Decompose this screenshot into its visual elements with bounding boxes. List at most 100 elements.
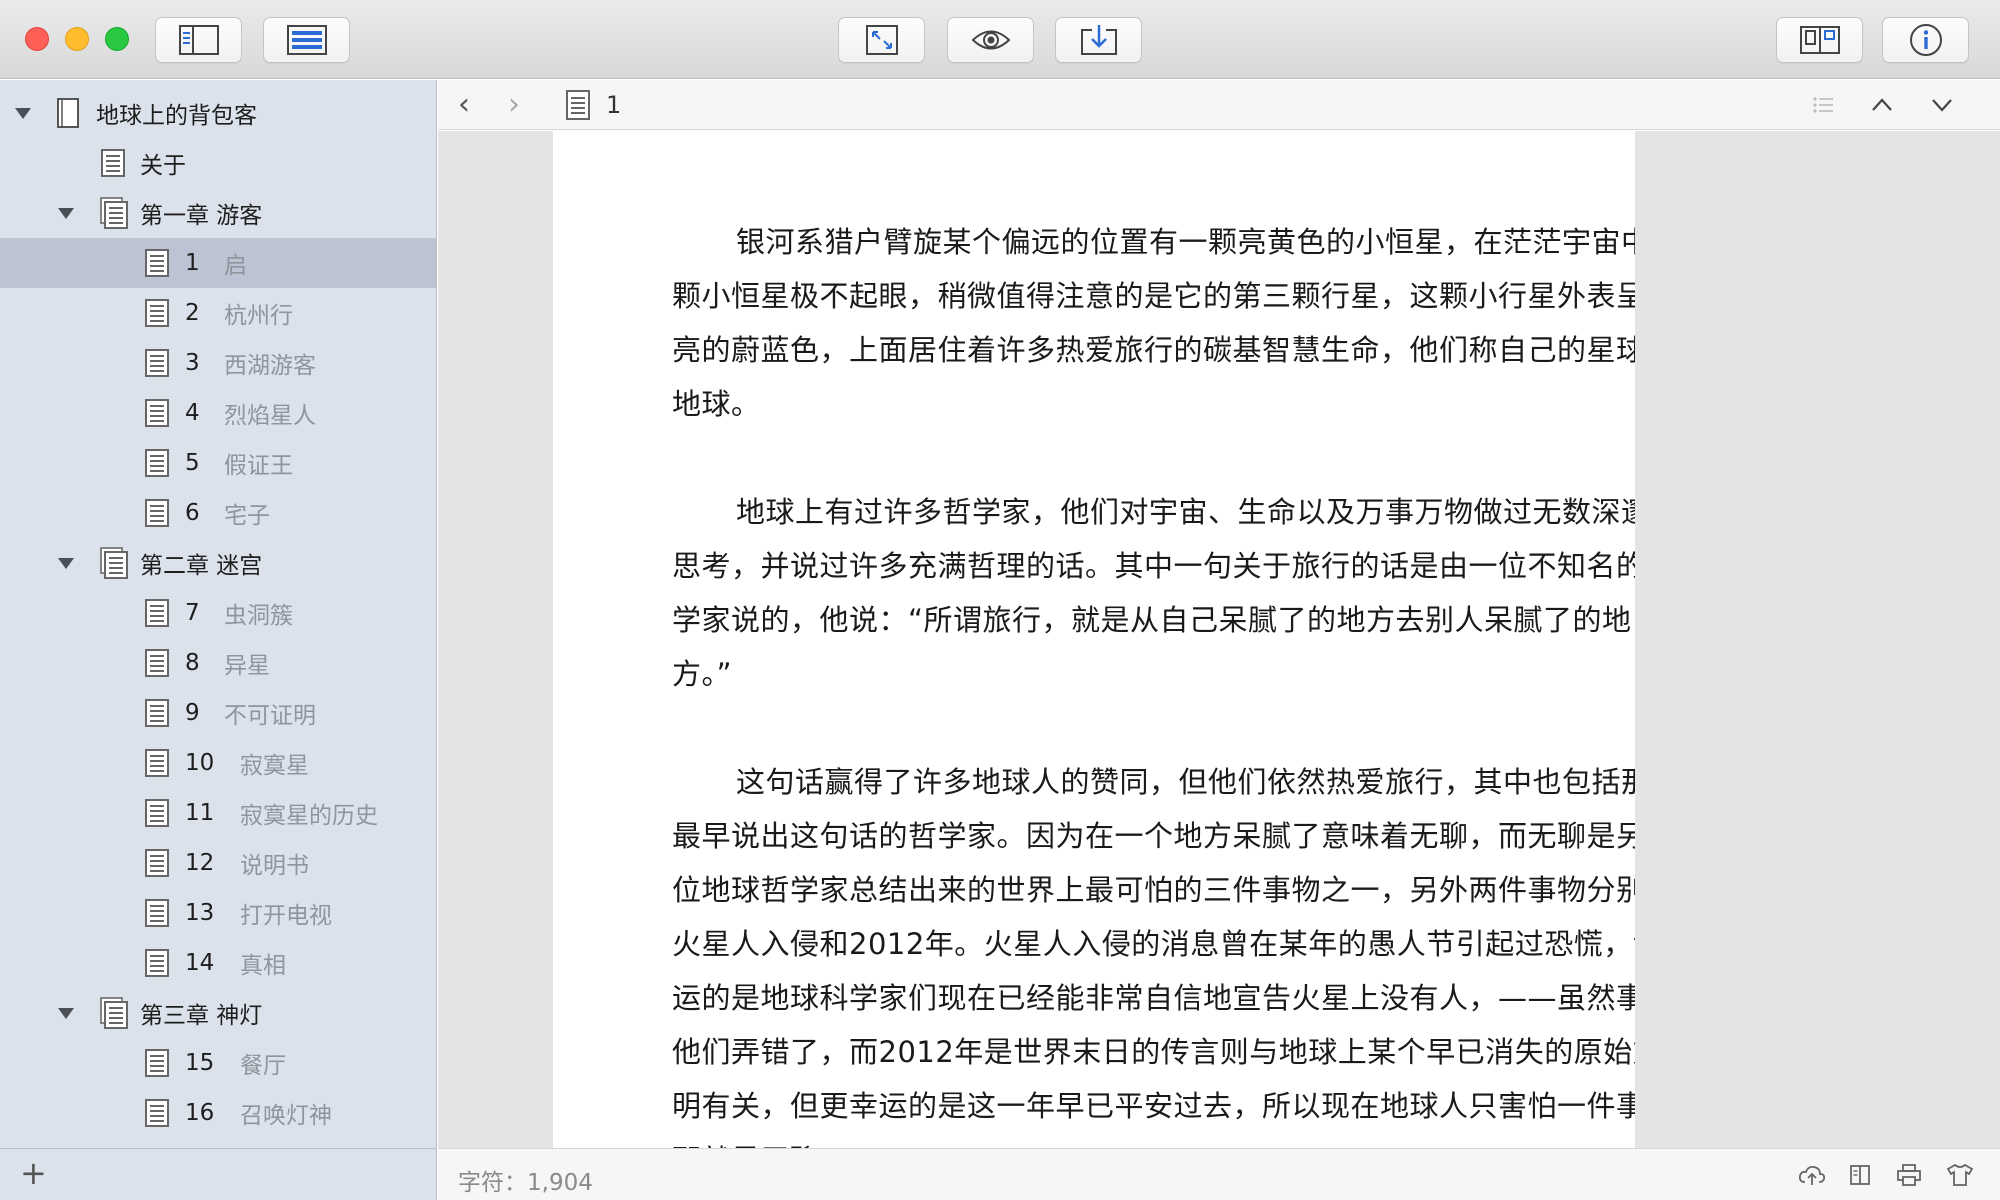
document-number: 14 xyxy=(185,950,215,976)
text-line: 银河系猎户臂旋某个偏远的位置有一颗亮黄色的小恒星，在茫茫宇宙中这 xyxy=(736,225,1635,259)
text-line: 学家说的，他说：“所谓旅行，就是从自己呆腻了的地方去别人呆腻了的地 xyxy=(672,603,1632,637)
document-number: 6 xyxy=(185,500,200,526)
binder-folder[interactable]: 第一章 游客 xyxy=(0,188,436,238)
text-line: 那就是无聊。 xyxy=(672,1133,1635,1148)
document-label: 不可证明 xyxy=(224,703,316,729)
project-root[interactable]: 地球上的背包客 xyxy=(0,88,436,138)
sidebar-toggle-button[interactable] xyxy=(155,17,242,63)
document-text[interactable]: 银河系猎户臂旋某个偏远的位置有一颗亮黄色的小恒星，在茫茫宇宙中这颗小恒星极不起眼… xyxy=(553,215,1635,1148)
binder-folder[interactable]: 第三章 神灯 xyxy=(0,988,436,1038)
binder-document[interactable]: 4 烈焰星人 xyxy=(0,388,436,438)
text-line: 明有关，但更幸运的是这一年早已平安过去，所以现在地球人只害怕一件事， xyxy=(672,1089,1635,1123)
document-number: 4 xyxy=(185,400,200,426)
shirt-theme-icon[interactable] xyxy=(1946,1163,1974,1187)
maximize-window-button[interactable] xyxy=(105,27,129,51)
binder-folder[interactable]: 第二章 迷宫 xyxy=(0,538,436,588)
document-number: 3 xyxy=(185,350,200,376)
document-icon xyxy=(145,449,169,477)
text-line: 他们弄错了，而2012年是世界末日的传言则与地球上某个早已消失的原始文 xyxy=(672,1035,1635,1069)
minimize-window-button[interactable] xyxy=(65,27,89,51)
binder-document[interactable]: 13 打开电视 xyxy=(0,888,436,938)
document-number: 7 xyxy=(185,600,200,626)
document-icon xyxy=(145,349,169,377)
editor-area: 银河系猎户臂旋某个偏远的位置有一颗亮黄色的小恒星，在茫茫宇宙中这颗小恒星极不起眼… xyxy=(438,131,2000,1148)
split-view-button[interactable] xyxy=(1776,17,1863,63)
next-document-button[interactable] xyxy=(1930,94,1954,116)
add-item-button[interactable]: + xyxy=(20,1157,47,1189)
project-book-icon xyxy=(57,98,79,128)
text-line: 亮的蔚蓝色，上面居住着许多热爱旅行的碳基智慧生命，他们称自己的星球为 xyxy=(672,333,1635,367)
document-label: 异星 xyxy=(224,653,270,679)
document-stack-icon xyxy=(100,197,128,229)
document-icon xyxy=(145,249,169,277)
binder-document[interactable]: 8 异星 xyxy=(0,638,436,688)
text-line: 最早说出这句话的哲学家。因为在一个地方呆腻了意味着无聊，而无聊是另一 xyxy=(672,819,1635,853)
info-button[interactable] xyxy=(1882,17,1969,63)
text-line: 火星人入侵和2012年。火星人入侵的消息曾在某年的愚人节引起过恐慌，幸 xyxy=(672,927,1635,961)
text-line: 地球。 xyxy=(672,387,761,421)
export-button[interactable] xyxy=(1055,17,1142,63)
back-button[interactable]: ‹ xyxy=(458,88,470,122)
document-icon xyxy=(145,1099,169,1127)
binder-document[interactable]: 9 不可证明 xyxy=(0,688,436,738)
document-icon xyxy=(145,699,169,727)
sidebar-footer: + xyxy=(0,1148,436,1200)
columns-icon[interactable] xyxy=(1848,1163,1872,1187)
binder-sidebar: 地球上的背包客 关于 第一章 游客 1启 2 杭州行 3 西湖游客 4 烈焰星人… xyxy=(0,80,437,1200)
document-number: 13 xyxy=(185,900,215,926)
document-icon xyxy=(145,599,169,627)
binder-document[interactable]: 3 西湖游客 xyxy=(0,338,436,388)
disclosure-triangle-icon[interactable] xyxy=(58,1008,74,1019)
binder-document[interactable]: 11 寂寞星的历史 xyxy=(0,788,436,838)
split-view-icon xyxy=(1799,26,1840,54)
document-icon xyxy=(145,749,169,777)
printer-icon[interactable] xyxy=(1896,1163,1922,1187)
cloud-upload-icon[interactable] xyxy=(1798,1163,1826,1187)
document-label: 宅子 xyxy=(224,503,270,529)
document-stack-icon xyxy=(100,547,128,579)
document-number: 12 xyxy=(185,850,215,876)
binder-document[interactable]: 6 宅子 xyxy=(0,488,436,538)
outline-list-button[interactable] xyxy=(263,17,350,63)
status-bar: 字符：1,904 xyxy=(438,1148,2000,1200)
bookmarks-list-icon[interactable] xyxy=(1812,95,1834,115)
disclosure-triangle-icon[interactable] xyxy=(15,108,31,119)
binder-document[interactable]: 5 假证王 xyxy=(0,438,436,488)
document-icon xyxy=(145,1049,169,1077)
export-download-icon xyxy=(1080,25,1117,55)
binder-document[interactable]: 2 杭州行 xyxy=(0,288,436,338)
preview-button[interactable] xyxy=(947,17,1034,63)
project-title: 地球上的背包客 xyxy=(96,103,257,129)
paragraph: 这句话赢得了许多地球人的赞同，但他们依然热爱旅行，其中也包括那位 最早说出这句话的… xyxy=(672,755,1635,1148)
binder-document[interactable]: 1启 xyxy=(0,238,436,288)
document-number: 9 xyxy=(185,700,200,726)
document-number: 16 xyxy=(185,1100,215,1126)
binder-document[interactable]: 14 真相 xyxy=(0,938,436,988)
close-window-button[interactable] xyxy=(25,27,49,51)
disclosure-triangle-icon[interactable] xyxy=(58,558,74,569)
forward-button[interactable]: › xyxy=(508,88,520,122)
editor-page[interactable]: 银河系猎户臂旋某个偏远的位置有一颗亮黄色的小恒星，在茫茫宇宙中这颗小恒星极不起眼… xyxy=(553,131,1635,1148)
binder-document[interactable]: 7 虫洞簇 xyxy=(0,588,436,638)
binder-document[interactable]: 16 召唤灯神 xyxy=(0,1088,436,1138)
text-line: 方。” xyxy=(672,657,733,691)
text-line: 颗小恒星极不起眼，稍微值得注意的是它的第三颗行星，这颗小行星外表呈漂 xyxy=(672,279,1635,313)
sidebar-toggle-icon xyxy=(178,25,219,55)
binder-document[interactable]: 关于 xyxy=(0,138,436,188)
document-icon xyxy=(145,949,169,977)
expand-button[interactable] xyxy=(838,17,925,63)
document-icon xyxy=(145,499,169,527)
document-icon xyxy=(145,649,169,677)
text-line: 位地球哲学家总结出来的世界上最可怕的三件事物之一，另外两件事物分别是 xyxy=(672,873,1635,907)
binder-document[interactable]: 10 寂寞星 xyxy=(0,738,436,788)
text-line: 运的是地球科学家们现在已经能非常自信地宣告火星上没有人，——虽然事实上 xyxy=(672,981,1635,1015)
editor-header: ‹ › 1 xyxy=(438,80,2000,130)
binder-document[interactable]: 15 餐厅 xyxy=(0,1038,436,1088)
document-label: 真相 xyxy=(240,953,286,979)
character-count: 字符：1,904 xyxy=(458,1170,593,1196)
disclosure-triangle-icon[interactable] xyxy=(58,208,74,219)
previous-document-button[interactable] xyxy=(1870,94,1894,116)
binder-document[interactable]: 12 说明书 xyxy=(0,838,436,888)
document-label: 启 xyxy=(224,253,247,279)
folder-label: 第三章 神灯 xyxy=(140,1003,263,1029)
